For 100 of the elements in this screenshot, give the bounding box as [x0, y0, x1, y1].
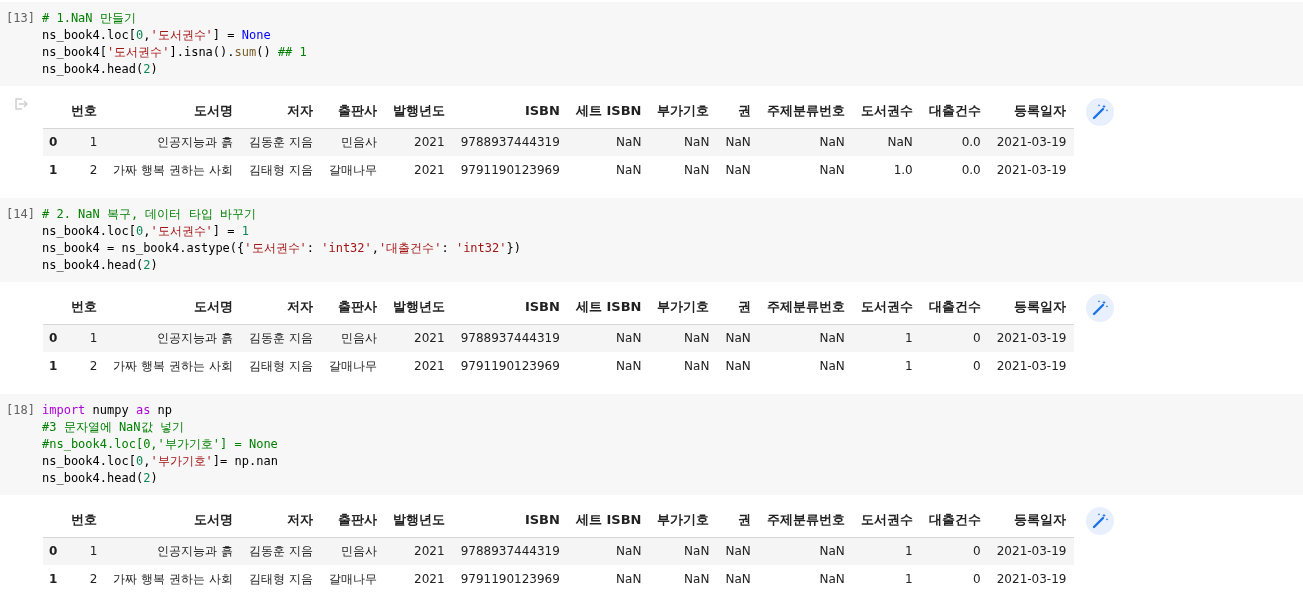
column-header: 권 [717, 503, 759, 537]
table-cell: 1 [852, 352, 921, 380]
table-cell: 0.0 [920, 156, 989, 184]
code-line: ns_book4.loc[0,'도서권수'] = 1 [42, 223, 249, 240]
column-header: 출판사 [320, 94, 385, 128]
table-cell: 김태형 지음 [240, 565, 321, 593]
magic-wand-button[interactable] [1086, 98, 1115, 126]
table-cell: 1 [63, 537, 106, 565]
table-cell: 인공지능과 흙 [105, 324, 241, 352]
code-line: ns_book4['도서권수'].isna().sum() ## 1 [42, 44, 307, 61]
table-cell: 김동훈 지음 [240, 128, 321, 156]
magic-wand-icon [1091, 299, 1110, 317]
table-cell: 1 [63, 128, 106, 156]
table-cell: 2021 [384, 156, 453, 184]
table-cell: NaN [717, 324, 759, 352]
table-cell: 0.0 [920, 128, 989, 156]
table-cell: 9791190123969 [452, 352, 568, 380]
table-cell: 2021-03-19 [988, 352, 1075, 380]
column-header: 주제분류번호 [758, 503, 853, 537]
magic-wand-icon [1091, 103, 1110, 121]
table-cell: 1 [852, 324, 921, 352]
column-header: 도서권수 [852, 94, 921, 128]
table-cell: 9788937444319 [452, 324, 568, 352]
table-cell: 1 [852, 565, 921, 593]
execution-count: [18] [6, 402, 36, 419]
column-header: 부가기호 [649, 503, 718, 537]
table-cell: 2021-03-19 [988, 565, 1075, 593]
table-cell: 가짜 행복 권하는 사회 [105, 156, 241, 184]
table-cell: 갈매나무 [320, 156, 385, 184]
code-cell[interactable]: [18] import numpy as np #3 문자열에 NaN값 넣기 #ns_book4.loc[0,'부가기호'] = None ns_book4.loc[0,'부가기호']= np.nan ns_book4.head(2) [0, 394, 1303, 495]
table-cell: 2021-03-19 [988, 324, 1075, 352]
table-cell: NaN [758, 537, 853, 565]
column-header: 권 [717, 290, 759, 324]
row-index: 1 [43, 156, 64, 184]
table-cell: NaN [649, 324, 718, 352]
table-cell: NaN [567, 352, 650, 380]
table-cell: 9791190123969 [452, 565, 568, 593]
table-cell: NaN [649, 352, 718, 380]
table-cell: 0 [920, 324, 989, 352]
magic-wand-button[interactable] [1086, 507, 1115, 535]
table-cell: NaN [567, 324, 650, 352]
table-cell: NaN [567, 128, 650, 156]
column-header: 도서명 [105, 503, 241, 537]
column-header: 도서권수 [852, 503, 921, 537]
column-header: 발행년도 [384, 503, 453, 537]
table-cell: 9788937444319 [452, 537, 568, 565]
column-header: 등록일자 [988, 290, 1075, 324]
table-cell: 인공지능과 흙 [105, 128, 241, 156]
code-line: # 2. NaN 복구, 데이터 타입 바꾸기 [42, 206, 256, 223]
table-cell: 2021-03-19 [988, 156, 1075, 184]
table-cell: NaN [758, 324, 853, 352]
code-cell[interactable]: [13] # 1.NaN 만들기 ns_book4.loc[0,'도서권수'] = None ns_book4['도서권수'].isna().sum() ## 1 ns_book4.head(2) [0, 2, 1303, 86]
column-header: 대출건수 [920, 503, 989, 537]
table-cell: 민음사 [320, 537, 385, 565]
column-header: 세트 ISBN [567, 503, 650, 537]
table-cell: NaN [717, 565, 759, 593]
column-header: 도서명 [105, 290, 241, 324]
table-cell: NaN [852, 128, 921, 156]
column-header: 주제분류번호 [758, 94, 853, 128]
table-cell: 0 [920, 565, 989, 593]
column-header: 도서권수 [852, 290, 921, 324]
table-cell: NaN [717, 128, 759, 156]
table-cell: 2021 [384, 565, 453, 593]
column-header: ISBN [452, 94, 568, 128]
table-cell: 2 [63, 352, 106, 380]
table-cell: 2021 [384, 128, 453, 156]
column-header: 등록일자 [988, 503, 1075, 537]
column-header: 발행년도 [384, 290, 453, 324]
row-index: 1 [43, 352, 64, 380]
table-cell: 1.0 [852, 156, 921, 184]
magic-wand-button[interactable] [1086, 294, 1115, 322]
table-cell: 가짜 행복 권하는 사회 [105, 565, 241, 593]
column-header: 부가기호 [649, 94, 718, 128]
table-cell: NaN [717, 156, 759, 184]
table-cell: 2021 [384, 324, 453, 352]
table-cell: 민음사 [320, 128, 385, 156]
table-cell: 1 [852, 537, 921, 565]
table-cell: NaN [567, 156, 650, 184]
column-header: ISBN [452, 503, 568, 537]
row-index: 0 [43, 324, 64, 352]
table-cell: 9788937444319 [452, 128, 568, 156]
column-header: 번호 [63, 94, 106, 128]
column-header: 대출건수 [920, 94, 989, 128]
table-cell: 가짜 행복 권하는 사회 [105, 352, 241, 380]
table-cell: 인공지능과 흙 [105, 537, 241, 565]
code-cell[interactable]: [14] # 2. NaN 복구, 데이터 타입 바꾸기 ns_book4.loc[0,'도서권수'] = 1 ns_book4 = ns_book4.astype({'도서권수': 'int32','대출건수': 'int32'}) ns_book4.head(2) [0, 198, 1303, 282]
table-cell: 김동훈 지음 [240, 324, 321, 352]
row-index: 1 [43, 565, 64, 593]
table-cell: NaN [758, 352, 853, 380]
table-cell: NaN [649, 537, 718, 565]
column-header: ISBN [452, 290, 568, 324]
table-cell: NaN [649, 128, 718, 156]
code-line: #3 문자열에 NaN값 넣기 [42, 419, 184, 436]
code-line: ns_book4.head(2) [42, 61, 158, 78]
column-header: 세트 ISBN [567, 290, 650, 324]
table-cell: 0 [920, 352, 989, 380]
column-header: 세트 ISBN [567, 94, 650, 128]
column-header: 출판사 [320, 503, 385, 537]
execution-count: [13] [6, 10, 36, 27]
column-header: 저자 [240, 290, 321, 324]
